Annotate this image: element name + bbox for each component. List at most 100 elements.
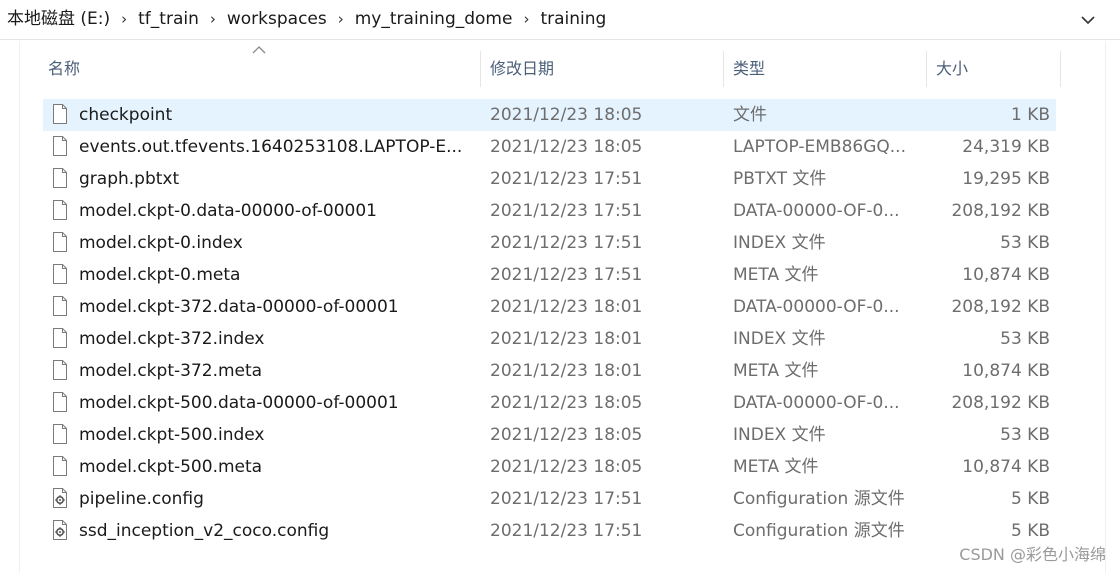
file-type: DATA-00000-OF-0... — [733, 297, 900, 317]
file-icon — [52, 167, 68, 189]
file-size: 1 KB — [1010, 105, 1050, 125]
file-name: checkpoint — [79, 105, 173, 125]
column-header-date[interactable]: 修改日期 — [490, 58, 554, 80]
file-type: PBTXT 文件 — [733, 169, 827, 189]
file-type: Configuration 源文件 — [733, 489, 905, 509]
file-modified-date: 2021/12/23 18:05 — [490, 457, 643, 477]
pane-right-border — [1105, 41, 1106, 573]
file-row[interactable]: model.ckpt-500.meta 2021/12/23 18:05 META … — [43, 451, 1056, 483]
file-type: META 文件 — [733, 265, 819, 285]
file-type: 文件 — [733, 105, 767, 125]
file-modified-date: 2021/12/23 17:51 — [490, 489, 643, 509]
column-divider[interactable] — [1060, 51, 1061, 87]
address-bar[interactable]: 本地磁盘 (E:) › tf_train › workspaces › my_t… — [0, 0, 1120, 40]
file-modified-date: 2021/12/23 17:51 — [490, 521, 643, 541]
file-name: model.ckpt-0.index — [79, 233, 243, 253]
file-name: graph.pbtxt — [79, 169, 180, 189]
file-size: 10,874 KB — [962, 457, 1050, 477]
watermark-text: CSDN @彩色小海绵 — [959, 545, 1106, 564]
file-name: model.ckpt-500.meta — [79, 457, 263, 477]
config-file-icon — [52, 519, 68, 541]
file-type: META 文件 — [733, 457, 819, 477]
file-size: 5 KB — [1010, 521, 1050, 541]
breadcrumb-item-my-training-dome[interactable]: my_training_dome — [352, 8, 516, 30]
breadcrumb-item-drive[interactable]: 本地磁盘 (E:) — [4, 8, 113, 30]
file-type: INDEX 文件 — [733, 233, 826, 253]
file-size: 19,295 KB — [962, 169, 1050, 189]
file-row[interactable]: model.ckpt-0.index 2021/12/23 17:51 INDEX … — [43, 227, 1056, 259]
file-row[interactable]: checkpoint 2021/12/23 18:05 文件 1 KB — [43, 99, 1056, 131]
file-size: 208,192 KB — [951, 201, 1050, 221]
file-type: Configuration 源文件 — [733, 521, 905, 541]
breadcrumb-chevron-icon[interactable]: › — [113, 8, 135, 30]
file-row[interactable]: events.out.tfevents.1640253108.LAPTOP-E.… — [43, 131, 1056, 163]
file-icon — [52, 327, 68, 349]
breadcrumb-item-tf-train[interactable]: tf_train — [135, 8, 202, 30]
column-divider[interactable] — [480, 51, 481, 87]
column-divider[interactable] — [723, 51, 724, 87]
file-name: model.ckpt-0.meta — [79, 265, 241, 285]
file-row[interactable]: graph.pbtxt 2021/12/23 17:51 PBTXT 文件 19,29… — [43, 163, 1056, 195]
breadcrumb: 本地磁盘 (E:) › tf_train › workspaces › my_t… — [4, 8, 609, 30]
breadcrumb-chevron-icon[interactable]: › — [330, 8, 352, 30]
file-icon — [52, 455, 68, 477]
file-name: model.ckpt-372.data-00000-of-00001 — [79, 297, 399, 317]
file-row[interactable]: pipeline.config 2021/12/23 17:51 Configura… — [43, 483, 1056, 515]
file-row[interactable]: model.ckpt-500.index 2021/12/23 18:05 INDE… — [43, 419, 1056, 451]
file-size: 208,192 KB — [951, 393, 1050, 413]
file-type: INDEX 文件 — [733, 329, 826, 349]
file-modified-date: 2021/12/23 18:05 — [490, 137, 643, 157]
file-name: model.ckpt-500.index — [79, 425, 265, 445]
file-row[interactable]: model.ckpt-0.meta 2021/12/23 17:51 META 文件… — [43, 259, 1056, 291]
column-header-name[interactable]: 名称 — [48, 58, 80, 80]
file-name: ssd_inception_v2_coco.config — [79, 521, 330, 541]
breadcrumb-chevron-icon[interactable]: › — [202, 8, 224, 30]
file-size: 208,192 KB — [951, 297, 1050, 317]
file-name: model.ckpt-372.index — [79, 329, 265, 349]
column-divider[interactable] — [926, 51, 927, 87]
file-name: model.ckpt-500.data-00000-of-00001 — [79, 393, 399, 413]
file-modified-date: 2021/12/23 17:51 — [490, 265, 643, 285]
file-size: 53 KB — [1000, 233, 1050, 253]
breadcrumb-chevron-icon[interactable]: › — [515, 8, 537, 30]
file-size: 24,319 KB — [962, 137, 1050, 157]
file-modified-date: 2021/12/23 17:51 — [490, 169, 643, 189]
column-header-type[interactable]: 类型 — [733, 58, 765, 80]
file-row[interactable]: ssd_inception_v2_coco.config 2021/12/23 1… — [43, 515, 1056, 547]
file-icon — [52, 231, 68, 253]
file-icon — [52, 295, 68, 317]
file-modified-date: 2021/12/23 18:05 — [490, 425, 643, 445]
file-icon — [52, 135, 68, 157]
breadcrumb-item-training[interactable]: training — [537, 8, 609, 30]
file-modified-date: 2021/12/23 17:51 — [490, 233, 643, 253]
column-header-size[interactable]: 大小 — [936, 58, 968, 80]
chevron-down-icon[interactable] — [1078, 10, 1098, 30]
file-modified-date: 2021/12/23 18:01 — [490, 361, 643, 381]
file-modified-date: 2021/12/23 18:01 — [490, 329, 643, 349]
file-type: INDEX 文件 — [733, 425, 826, 445]
file-size: 10,874 KB — [962, 265, 1050, 285]
file-icon — [52, 199, 68, 221]
file-modified-date: 2021/12/23 18:05 — [490, 393, 643, 413]
breadcrumb-item-workspaces[interactable]: workspaces — [224, 8, 330, 30]
column-header-row: 名称 修改日期 类型 大小 — [0, 41, 1120, 99]
file-name: model.ckpt-372.meta — [79, 361, 263, 381]
file-row[interactable]: model.ckpt-500.data-00000-of-00001 2021/1… — [43, 387, 1056, 419]
file-modified-date: 2021/12/23 18:01 — [490, 297, 643, 317]
file-size: 5 KB — [1010, 489, 1050, 509]
file-icon — [52, 263, 68, 285]
file-size: 10,874 KB — [962, 361, 1050, 381]
file-name: events.out.tfevents.1640253108.LAPTOP-E.… — [79, 137, 463, 157]
file-modified-date: 2021/12/23 18:05 — [490, 105, 643, 125]
file-name: pipeline.config — [79, 489, 204, 509]
file-row[interactable]: model.ckpt-0.data-00000-of-00001 2021/12/… — [43, 195, 1056, 227]
sort-ascending-icon — [252, 46, 266, 54]
file-name: model.ckpt-0.data-00000-of-00001 — [79, 201, 377, 221]
file-icon — [52, 423, 68, 445]
file-row[interactable]: model.ckpt-372.meta 2021/12/23 18:01 META … — [43, 355, 1056, 387]
file-icon — [52, 359, 68, 381]
file-row[interactable]: model.ckpt-372.index 2021/12/23 18:01 INDE… — [43, 323, 1056, 355]
file-icon — [52, 103, 68, 125]
file-type: LAPTOP-EMB86GQ... — [733, 137, 906, 157]
file-row[interactable]: model.ckpt-372.data-00000-of-00001 2021/1… — [43, 291, 1056, 323]
